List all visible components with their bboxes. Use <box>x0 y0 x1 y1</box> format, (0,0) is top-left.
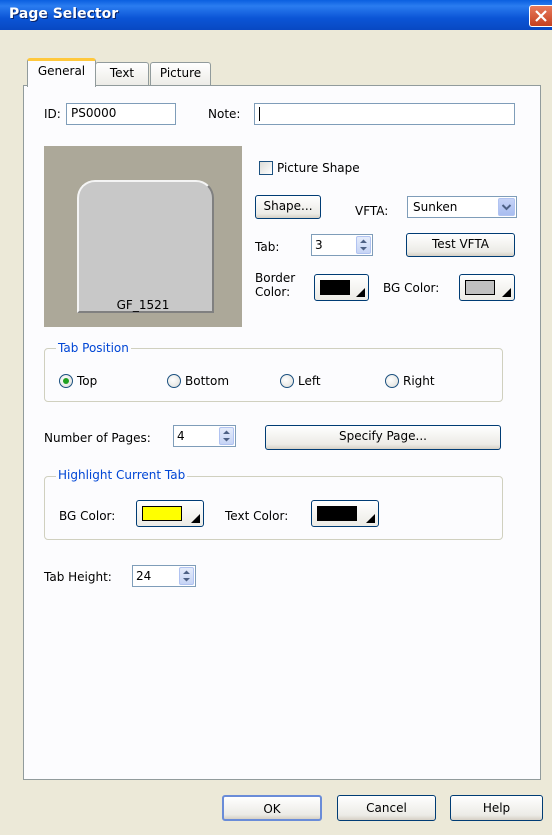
help-button-label: Help <box>482 801 511 815</box>
number-of-pages-value: 4 <box>177 429 185 443</box>
id-value: PS0000 <box>71 106 117 120</box>
radio-bottom[interactable] <box>167 374 181 388</box>
bg-color-swatch <box>465 280 495 295</box>
vfta-label: VFTA: <box>355 204 389 218</box>
note-field[interactable] <box>254 103 515 125</box>
border-color-label: Border Color: <box>255 271 295 299</box>
highlight-current-tab-legend: Highlight Current Tab <box>56 468 188 482</box>
spinner-arrows-icon[interactable] <box>356 236 371 254</box>
title-bar: Page Selector <box>0 0 552 30</box>
tab-picture-label: Picture <box>159 66 202 80</box>
id-field[interactable]: PS0000 <box>66 103 176 125</box>
tab-spinner[interactable]: 3 <box>311 234 373 256</box>
picture-shape-label: Picture Shape <box>277 161 360 175</box>
shape-preview: GF_1521 <box>44 146 242 327</box>
id-label: ID: <box>44 107 61 121</box>
tab-picture[interactable]: Picture <box>150 62 211 86</box>
specify-page-button-label: Specify Page... <box>339 429 427 443</box>
tab-text[interactable]: Text <box>95 62 149 86</box>
radio-left-label: Left <box>298 374 321 388</box>
radio-bottom-label: Bottom <box>185 374 230 388</box>
bg-color-label: BG Color: <box>383 281 440 295</box>
test-vfta-button-label: Test VFTA <box>432 237 489 251</box>
dropdown-triangle-icon <box>502 288 511 297</box>
border-color-label-line1: Border <box>255 271 296 285</box>
test-vfta-button[interactable]: Test VFTA <box>406 233 515 257</box>
tab-height-spinner[interactable]: 24 <box>132 565 196 587</box>
radio-right[interactable] <box>385 374 399 388</box>
tab-label: Tab: <box>255 240 280 254</box>
note-label: Note: <box>208 107 241 121</box>
window-title: Page Selector <box>9 6 119 22</box>
radio-right-label: Right <box>403 374 435 388</box>
close-button[interactable] <box>529 5 552 27</box>
tab-height-value: 24 <box>136 569 152 583</box>
ok-button-label: OK <box>263 802 281 816</box>
tab-text-label: Text <box>109 66 135 80</box>
highlight-text-color-label: Text Color: <box>225 509 289 523</box>
radio-top-label: Top <box>77 374 98 388</box>
radio-top[interactable] <box>59 374 73 388</box>
dropdown-triangle-icon <box>191 514 200 523</box>
preview-caption: GF_1521 <box>116 298 170 312</box>
vfta-select[interactable]: Sunken <box>407 196 517 218</box>
text-cursor <box>259 107 260 121</box>
tab-value: 3 <box>315 238 323 252</box>
spinner-arrows-icon[interactable] <box>179 567 194 585</box>
shape-button[interactable]: Shape... <box>255 195 321 219</box>
preview-shape <box>77 180 214 313</box>
specify-page-button[interactable]: Specify Page... <box>265 425 501 450</box>
tab-height-label: Tab Height: <box>44 570 112 584</box>
cancel-button[interactable]: Cancel <box>337 795 436 821</box>
close-icon <box>535 10 547 22</box>
spinner-arrows-icon[interactable] <box>219 427 234 445</box>
radio-left[interactable] <box>280 374 294 388</box>
number-of-pages-label: Number of Pages: <box>44 431 151 445</box>
border-color-button[interactable] <box>314 274 369 301</box>
bg-color-button[interactable] <box>459 274 515 301</box>
border-color-swatch <box>320 280 350 295</box>
vfta-value: Sunken <box>413 200 458 214</box>
highlight-bg-color-swatch <box>142 506 182 521</box>
highlight-bg-color-button[interactable] <box>136 500 204 527</box>
radio-selected-dot <box>63 378 69 384</box>
border-color-label-line2: Color: <box>255 285 291 299</box>
highlight-bg-color-label: BG Color: <box>59 509 116 523</box>
help-button[interactable]: Help <box>450 795 543 821</box>
number-of-pages-spinner[interactable]: 4 <box>173 425 236 447</box>
dropdown-triangle-icon <box>366 514 375 523</box>
picture-shape-checkbox[interactable] <box>259 161 273 175</box>
chevron-down-icon[interactable] <box>498 198 515 216</box>
dropdown-triangle-icon <box>356 288 365 297</box>
ok-button[interactable]: OK <box>222 795 322 821</box>
highlight-current-tab-group <box>44 476 503 540</box>
tab-general[interactable]: General <box>27 58 96 87</box>
cancel-button-label: Cancel <box>366 801 407 815</box>
highlight-text-color-button[interactable] <box>311 500 379 527</box>
shape-button-label: Shape... <box>263 199 313 213</box>
highlight-text-color-swatch <box>317 506 357 521</box>
tab-position-legend: Tab Position <box>56 341 131 355</box>
tab-general-label: General <box>37 64 86 78</box>
